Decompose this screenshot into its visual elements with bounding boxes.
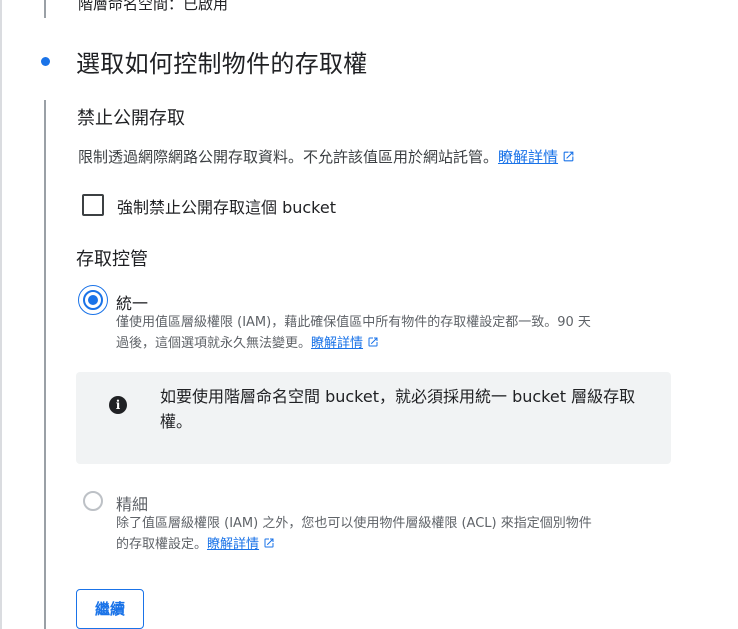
fine-grained-label: 精細 [116,495,149,514]
public-access-description: 限制透過網際網路公開存取資料。不允許該值區用於網站託管。瞭解詳情 [78,146,575,167]
fine-grained-description: 除了值區層級權限 (IAM) 之外，您也可以使用物件層級權限 (ACL) 來指定… [116,513,592,555]
public-access-learn-more-link[interactable]: 瞭解詳情 [498,148,575,166]
uniform-label: 統一 [116,294,149,313]
stepper-rail-top [44,0,46,18]
fine-grained-learn-more-link[interactable]: 瞭解詳情 [207,537,275,552]
fine-grained-radio[interactable] [83,491,103,511]
info-note-text: 如要使用階層命名空間 bucket，就必須採用統一 bucket 層級存取權。 [160,387,636,431]
prevent-public-access-checkbox[interactable] [82,194,104,216]
info-icon: i [109,396,127,414]
learn-more-label: 瞭解詳情 [311,336,364,351]
fine-grained-description-line1: 除了值區層級權限 (IAM) 之外，您也可以使用物件層級權限 (ACL) 來指定… [116,516,592,531]
public-access-heading: 禁止公開存取 [77,108,185,129]
external-link-icon [368,337,378,347]
step-title: 選取如何控制物件的存取權 [76,50,368,78]
uniform-description-line1: 僅使用值區層級權限 (IAM)，藉此確保值區中所有物件的存取權設定都一致。90 … [116,315,591,330]
fine-grained-description-line2: 的存取權設定。瞭解詳情 [116,534,592,555]
uniform-description-line2-text: 過後，這個選項就永久無法變更。 [116,336,312,351]
prevent-public-access-label: 強制禁止公開存取這個 bucket [117,198,336,217]
left-border [0,0,2,629]
uniform-description: 僅使用值區層級權限 (IAM)，藉此確保值區中所有物件的存取權設定都一致。90 … [116,312,591,354]
external-link-icon [563,151,574,162]
fine-grained-description-line2-text: 的存取權設定。 [116,537,208,552]
learn-more-label: 瞭解詳情 [498,148,559,166]
namespace-status-text: 階層命名空間：已啟用 [78,0,229,13]
learn-more-label: 瞭解詳情 [207,537,260,552]
uniform-learn-more-link[interactable]: 瞭解詳情 [311,336,379,351]
access-control-heading: 存取控管 [76,249,148,270]
public-access-description-text: 限制透過網際網路公開存取資料。不允許該值區用於網站託管。 [78,148,499,166]
uniform-description-line2: 過後，這個選項就永久無法變更。瞭解詳情 [116,333,591,354]
continue-button[interactable]: 繼續 [76,589,144,629]
step-indicator-dot [41,57,50,66]
uniform-radio[interactable] [83,290,103,310]
stepper-rail [44,100,46,629]
external-link-icon [264,538,274,548]
info-note: i 如要使用階層命名空間 bucket，就必須採用統一 bucket 層級存取權… [76,372,671,464]
radio-selected-dot [88,295,98,305]
